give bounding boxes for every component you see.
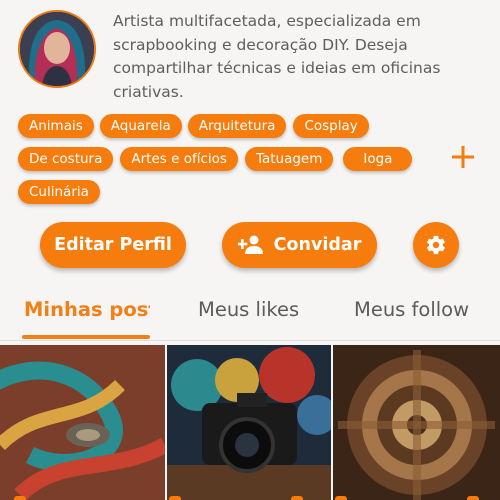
tag-tatuagem[interactable]: Tatuagem xyxy=(244,147,334,171)
tab-minhas-posts[interactable]: Minhas posts xyxy=(24,298,150,321)
invite-button[interactable]: Convidar xyxy=(222,222,377,268)
profile-tabs: Minhas posts Meus likes Meus follow xyxy=(0,288,500,341)
edit-profile-button[interactable]: Editar Perfil xyxy=(40,222,186,268)
avatar-image xyxy=(20,12,94,86)
invite-label: Convidar xyxy=(273,235,362,255)
tag-culinaria[interactable]: Culinária xyxy=(18,180,100,204)
mandala-photo xyxy=(333,345,500,500)
post-badge-icon xyxy=(467,496,479,500)
tag-aquarela[interactable]: Aquarela xyxy=(99,114,182,138)
post-thumbnail-1[interactable] xyxy=(0,345,165,500)
tag-ioga[interactable]: Ioga xyxy=(343,147,413,171)
gear-icon xyxy=(427,235,445,255)
camera-photo xyxy=(167,345,331,500)
plus-icon[interactable] xyxy=(451,145,475,169)
tag-artes-e-oficios[interactable]: Artes e ofícios xyxy=(120,147,238,171)
embroidery-photo xyxy=(0,345,165,500)
post-badge-icon xyxy=(14,496,26,500)
person-add-icon xyxy=(237,235,263,254)
tag-cosplay[interactable]: Cosplay xyxy=(293,114,369,138)
tab-meus-likes[interactable]: Meus likes xyxy=(198,298,308,321)
active-tab-indicator xyxy=(22,335,150,339)
post-thumbnail-2[interactable] xyxy=(167,345,331,500)
posts-grid xyxy=(0,345,500,500)
profile-avatar[interactable] xyxy=(18,10,96,88)
post-badge-icon xyxy=(169,496,181,500)
tag-arquitetura[interactable]: Arquitetura xyxy=(187,114,287,138)
post-badge-icon xyxy=(291,496,303,500)
tab-meus-follow[interactable]: Meus follow xyxy=(354,298,500,321)
post-thumbnail-3[interactable] xyxy=(333,345,500,500)
edit-profile-label: Editar Perfil xyxy=(54,235,172,255)
profile-bio: Artista multifacetada, especializada em … xyxy=(113,12,441,101)
settings-button[interactable] xyxy=(413,222,459,268)
post-badge-icon xyxy=(335,496,347,500)
tag-animais[interactable]: Animais xyxy=(18,114,94,138)
tag-de-costura[interactable]: De costura xyxy=(18,147,114,171)
